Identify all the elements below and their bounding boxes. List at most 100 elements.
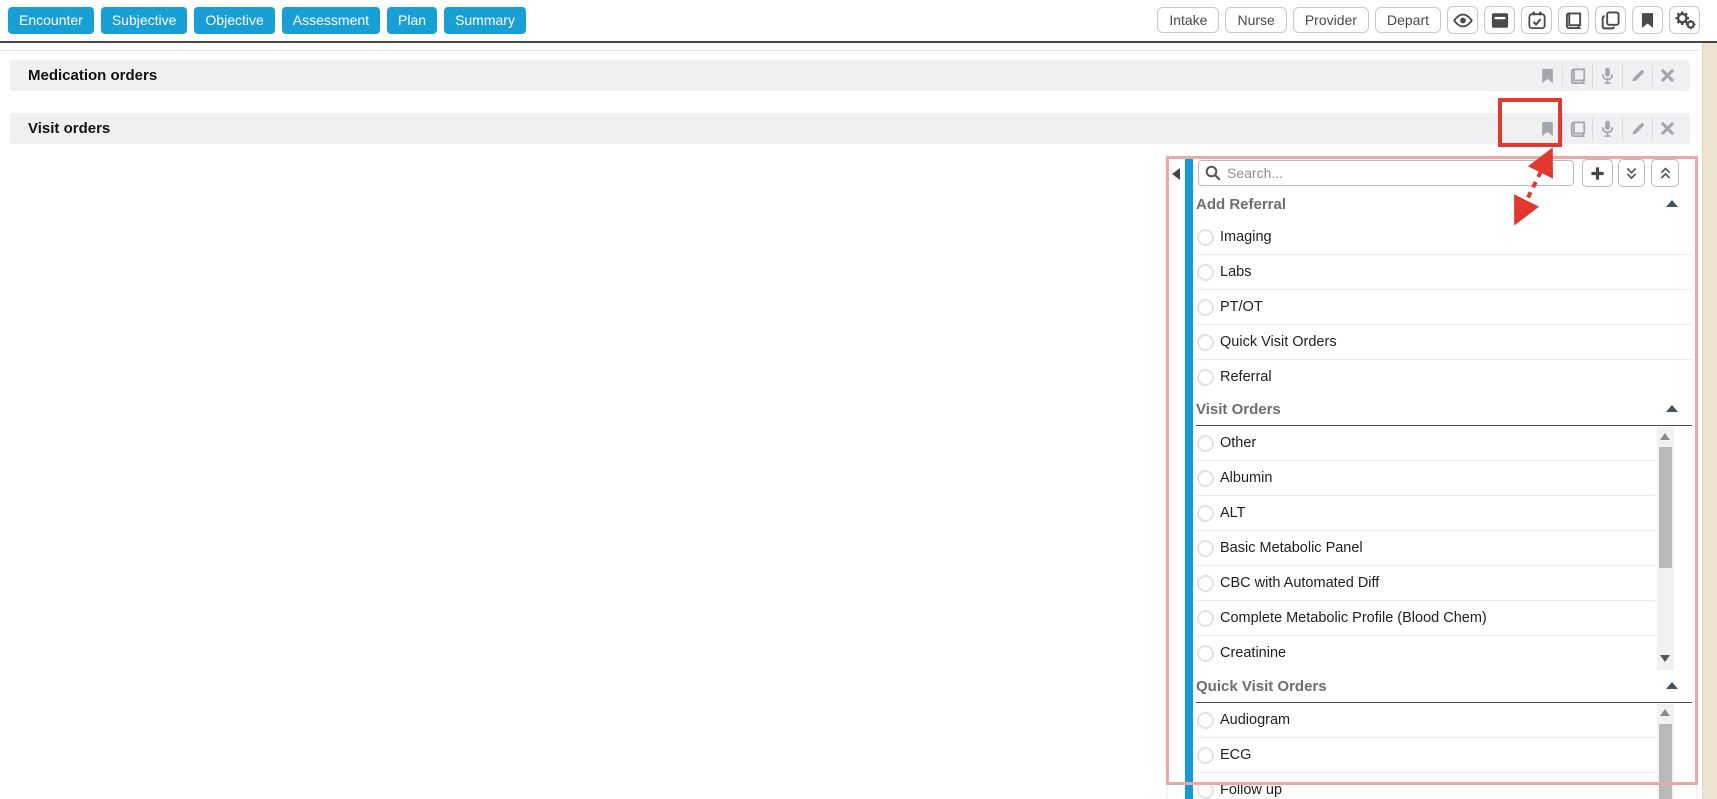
collapse-up-icon[interactable] bbox=[1666, 682, 1678, 689]
visit-orders-scrollbar[interactable] bbox=[1657, 427, 1674, 670]
tab-summary[interactable]: Summary bbox=[444, 7, 526, 34]
list-item-label: Creatinine bbox=[1220, 645, 1286, 661]
scroll-down-icon[interactable] bbox=[1660, 655, 1670, 662]
list-item-label: Other bbox=[1220, 435, 1256, 451]
list-item-label: PT/OT bbox=[1220, 299, 1263, 315]
radio-icon bbox=[1197, 610, 1214, 627]
bookmark-icon[interactable] bbox=[1533, 113, 1562, 144]
add-referral-list: Imaging Labs PT/OT Quick Visit Orders Referr… bbox=[1196, 220, 1692, 390]
list-item[interactable]: Quick Visit Orders bbox=[1196, 325, 1692, 360]
microphone-icon[interactable] bbox=[1593, 113, 1622, 144]
collapse-up-icon[interactable] bbox=[1666, 200, 1678, 207]
list-item[interactable]: ECG bbox=[1196, 738, 1655, 773]
depart-button[interactable]: Depart bbox=[1375, 7, 1441, 33]
intake-button[interactable]: Intake bbox=[1157, 7, 1219, 33]
list-item[interactable]: Other bbox=[1196, 426, 1655, 461]
search-input[interactable] bbox=[1198, 160, 1574, 186]
quick-visit-orders-scrollbar[interactable] bbox=[1657, 704, 1674, 799]
scroll-up-icon[interactable] bbox=[1660, 709, 1670, 716]
group-title: Add Referral bbox=[1196, 196, 1286, 213]
radio-icon bbox=[1197, 505, 1214, 522]
page-background-strip bbox=[1702, 43, 1717, 799]
search-field-wrap bbox=[1198, 160, 1574, 186]
group-header-visit-orders: Visit Orders bbox=[1196, 394, 1692, 426]
list-item-label: Referral bbox=[1220, 369, 1272, 385]
list-item[interactable]: Basic Metabolic Panel bbox=[1196, 531, 1655, 566]
collapse-up-icon[interactable] bbox=[1666, 405, 1678, 412]
collapse-left-icon[interactable] bbox=[1172, 168, 1180, 180]
top-bar: Encounter Subjective Objective Assessmen… bbox=[0, 0, 1717, 43]
archive-box-icon[interactable] bbox=[1484, 6, 1515, 34]
scrollbar-thumb[interactable] bbox=[1659, 724, 1672, 799]
orders-dropdown-panel: Add Referral Imaging Labs PT/OT Quick Visit… bbox=[1168, 158, 1696, 799]
scrollbar-thumb[interactable] bbox=[1659, 447, 1672, 568]
visit-orders-list: Other Albumin ALT Basic Metabolic Panel CBC … bbox=[1196, 426, 1655, 670]
book-icon[interactable] bbox=[1563, 60, 1592, 91]
copy-pages-icon[interactable] bbox=[1595, 6, 1626, 34]
list-item-label: Imaging bbox=[1220, 229, 1272, 245]
provider-button[interactable]: Provider bbox=[1293, 7, 1369, 33]
list-item[interactable]: CBC with Automated Diff bbox=[1196, 566, 1655, 601]
book-icon[interactable] bbox=[1563, 113, 1592, 144]
nav-tabs: Encounter Subjective Objective Assessmen… bbox=[8, 7, 526, 34]
list-item[interactable]: Referral bbox=[1196, 360, 1692, 390]
tab-encounter[interactable]: Encounter bbox=[8, 7, 94, 34]
list-item[interactable]: Imaging bbox=[1196, 220, 1692, 255]
expand-all-button[interactable] bbox=[1618, 159, 1645, 187]
radio-icon bbox=[1197, 369, 1214, 386]
add-button[interactable] bbox=[1582, 159, 1613, 187]
tab-plan[interactable]: Plan bbox=[387, 7, 437, 34]
group-title: Quick Visit Orders bbox=[1196, 678, 1327, 695]
group-title: Visit Orders bbox=[1196, 401, 1281, 418]
list-item-label: Albumin bbox=[1220, 470, 1272, 486]
panel-accent-bar bbox=[1185, 158, 1193, 799]
eye-icon[interactable] bbox=[1447, 6, 1478, 34]
group-header-quick-visit-orders: Quick Visit Orders bbox=[1196, 671, 1692, 703]
close-icon[interactable] bbox=[1653, 113, 1682, 144]
list-item[interactable]: Labs bbox=[1196, 255, 1692, 290]
list-item[interactable]: Complete Metabolic Profile (Blood Chem) bbox=[1196, 601, 1655, 636]
visit-orders-bar: Visit orders bbox=[10, 113, 1690, 144]
radio-icon bbox=[1197, 747, 1214, 764]
radio-icon bbox=[1197, 540, 1214, 557]
tab-subjective[interactable]: Subjective bbox=[101, 7, 188, 34]
book-icon[interactable] bbox=[1558, 6, 1589, 34]
tab-assessment[interactable]: Assessment bbox=[282, 7, 380, 34]
gears-icon[interactable] bbox=[1669, 6, 1700, 34]
bookmark-icon[interactable] bbox=[1533, 60, 1562, 91]
list-item-label: Basic Metabolic Panel bbox=[1220, 540, 1363, 556]
microphone-icon[interactable] bbox=[1593, 60, 1622, 91]
visit-orders-title: Visit orders bbox=[28, 113, 110, 144]
bookmark-icon[interactable] bbox=[1632, 6, 1663, 34]
list-item-label: Complete Metabolic Profile (Blood Chem) bbox=[1220, 610, 1487, 626]
pencil-icon[interactable] bbox=[1623, 113, 1652, 144]
radio-icon bbox=[1197, 264, 1214, 281]
list-item-label: ALT bbox=[1220, 505, 1246, 521]
scroll-up-icon[interactable] bbox=[1660, 433, 1670, 440]
tab-objective[interactable]: Objective bbox=[194, 7, 274, 34]
pencil-icon[interactable] bbox=[1623, 60, 1652, 91]
close-icon[interactable] bbox=[1653, 60, 1682, 91]
list-item-label: CBC with Automated Diff bbox=[1220, 575, 1379, 591]
list-item[interactable]: Follow up bbox=[1196, 773, 1655, 799]
content-divider bbox=[0, 50, 1700, 51]
list-item-label: Audiogram bbox=[1220, 712, 1290, 728]
radio-icon bbox=[1197, 229, 1214, 246]
list-item[interactable]: ALT bbox=[1196, 496, 1655, 531]
list-item-label: ECG bbox=[1220, 747, 1251, 763]
list-item[interactable]: Albumin bbox=[1196, 461, 1655, 496]
collapse-all-button[interactable] bbox=[1651, 159, 1679, 187]
radio-icon bbox=[1197, 575, 1214, 592]
nurse-button[interactable]: Nurse bbox=[1225, 7, 1286, 33]
calendar-check-icon[interactable] bbox=[1521, 6, 1552, 34]
medication-orders-actions bbox=[1533, 60, 1682, 91]
list-item[interactable]: Creatinine bbox=[1196, 636, 1655, 670]
radio-icon bbox=[1197, 782, 1214, 799]
list-item[interactable]: PT/OT bbox=[1196, 290, 1692, 325]
visit-orders-actions bbox=[1533, 113, 1682, 144]
radio-icon bbox=[1197, 470, 1214, 487]
medication-orders-bar: Medication orders bbox=[10, 60, 1690, 91]
list-item[interactable]: Audiogram bbox=[1196, 703, 1655, 738]
list-item-label: Follow up bbox=[1220, 782, 1282, 798]
list-item-label: Labs bbox=[1220, 264, 1251, 280]
